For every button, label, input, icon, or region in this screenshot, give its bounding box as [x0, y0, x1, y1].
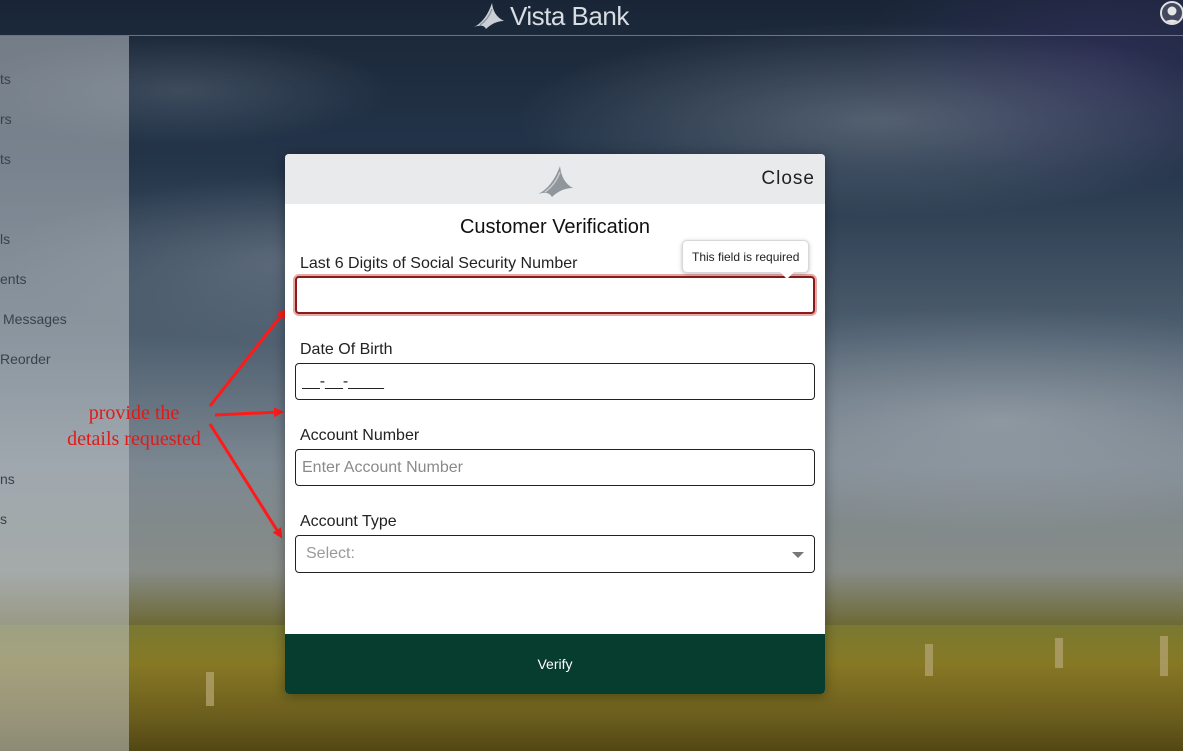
account-number-input[interactable]: [295, 449, 815, 486]
sidebar-item[interactable]: ns: [0, 471, 15, 487]
sidebar: ts rs ts ls ents Messages Reorder ns s: [0, 36, 129, 751]
top-bar: Vista Bank: [0, 0, 1183, 36]
dob-label: Date Of Birth: [300, 341, 393, 358]
brand-logo[interactable]: Vista Bank: [472, 0, 629, 32]
user-profile-icon[interactable]: [1160, 1, 1183, 25]
eagle-icon: [474, 3, 504, 29]
verify-button[interactable]: Verify: [285, 634, 825, 694]
modal-title: Customer Verification: [459, 216, 651, 238]
annotation-line: provide the: [88, 402, 180, 424]
eagle-icon: [538, 166, 573, 197]
brand-name: Vista Bank: [510, 0, 629, 31]
annotation-line: details requested: [67, 428, 201, 450]
sidebar-item[interactable]: ts: [0, 71, 11, 87]
sidebar-item-reorder[interactable]: Reorder: [0, 351, 51, 367]
account-type-select[interactable]: Select:: [295, 535, 815, 573]
chevron-down-icon: [792, 552, 804, 558]
ssn-label: Last 6 Digits of Social Security Number: [300, 255, 578, 272]
sidebar-item-messages[interactable]: Messages: [3, 311, 67, 327]
modal-header: Close: [285, 154, 825, 204]
sidebar-item[interactable]: ts: [0, 151, 11, 167]
sidebar-item[interactable]: ents: [0, 271, 26, 287]
sidebar-item[interactable]: s: [0, 511, 7, 527]
ssn-input[interactable]: [295, 276, 815, 314]
account-type-label: Account Type: [300, 513, 397, 530]
account-type-selected: Select:: [306, 545, 355, 562]
required-tooltip: This field is required: [682, 240, 810, 279]
customer-verification-modal: Close Customer Verification Last 6 Digit…: [285, 154, 825, 694]
account-number-label: Account Number: [300, 427, 420, 444]
dob-input[interactable]: [295, 363, 815, 400]
sidebar-item[interactable]: ls: [0, 231, 10, 247]
close-button[interactable]: Close: [761, 168, 815, 190]
annotation-text: provide the details requested: [40, 400, 228, 452]
sidebar-item[interactable]: rs: [0, 111, 12, 127]
